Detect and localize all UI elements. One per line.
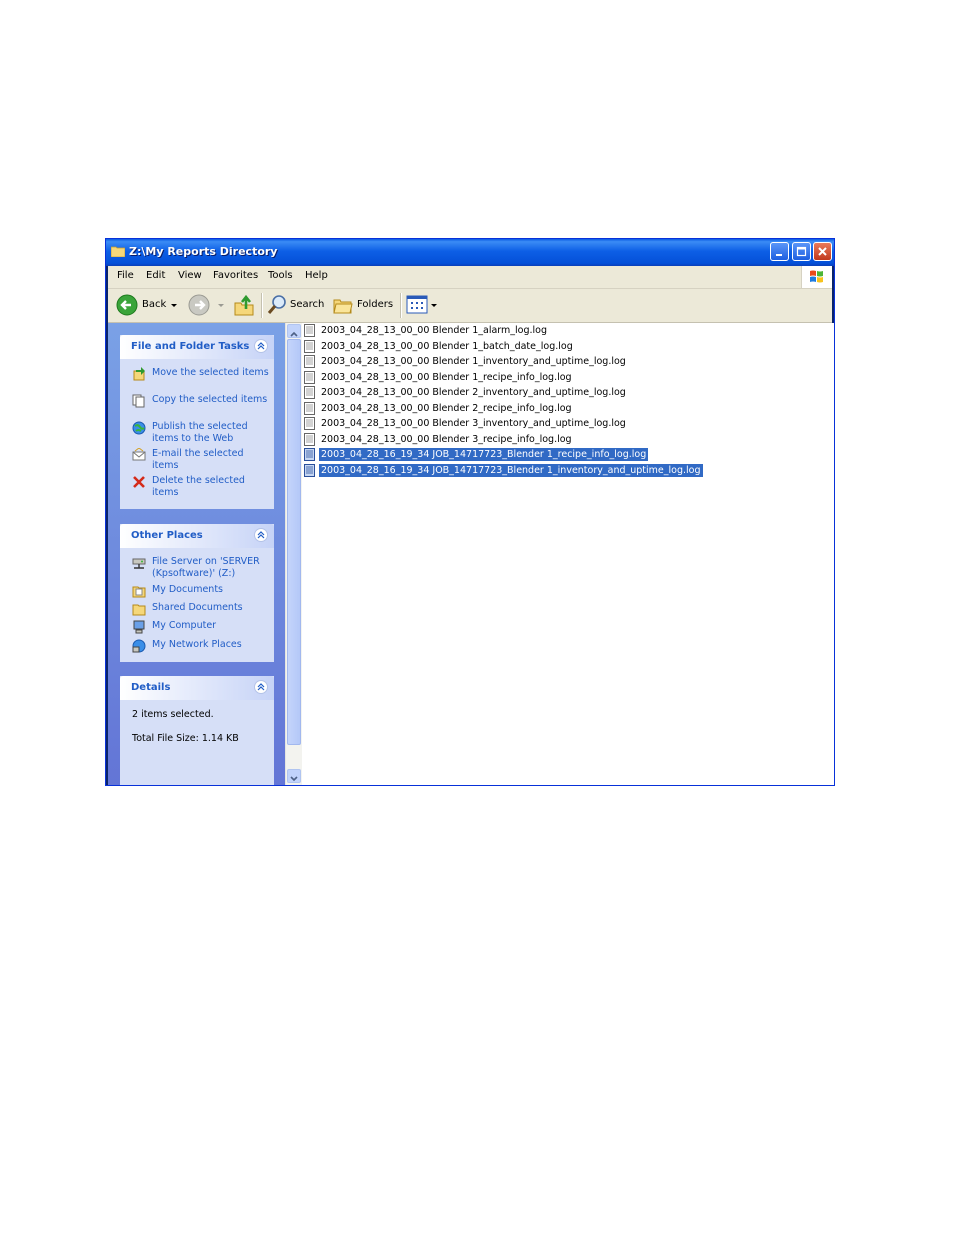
folders-icon bbox=[333, 299, 353, 314]
text-file-icon bbox=[304, 324, 315, 337]
text-file-icon bbox=[304, 448, 315, 461]
text-file-icon bbox=[304, 339, 315, 353]
panel-header[interactable]: Details bbox=[120, 676, 274, 700]
toolbar-separator bbox=[400, 293, 402, 318]
chevron-down-icon bbox=[290, 776, 298, 782]
close-button[interactable] bbox=[813, 242, 832, 261]
text-file-icon bbox=[304, 463, 315, 477]
file-name: 2003_04_28_13_00_00 Blender 2_recipe_inf… bbox=[321, 402, 572, 414]
search-button[interactable]: Search bbox=[266, 294, 326, 316]
panel-title: Details bbox=[131, 682, 171, 693]
windows-logo-icon bbox=[801, 266, 832, 288]
file-name: 2003_04_28_13_00_00 Blender 2_inventory_… bbox=[321, 387, 626, 398]
panel-title: File and Folder Tasks bbox=[131, 341, 250, 352]
forward-button[interactable] bbox=[188, 294, 228, 316]
details-total-size: Total File Size: 1.14 KB bbox=[132, 733, 239, 744]
chevron-down-icon[interactable] bbox=[217, 303, 225, 309]
up-folder-icon bbox=[234, 294, 254, 316]
file-name: 2003_04_28_13_00_00 Blender 3_inventory_… bbox=[321, 418, 626, 429]
window-title: Z:\My Reports Directory bbox=[129, 245, 278, 258]
publish-web-icon bbox=[132, 421, 146, 435]
vertical-scrollbar[interactable] bbox=[285, 323, 302, 785]
toolbar-separator bbox=[261, 293, 263, 318]
close-icon bbox=[818, 247, 827, 256]
text-file-icon bbox=[304, 417, 315, 430]
file-name: 2003_04_28_13_00_00 Blender 1_recipe_inf… bbox=[321, 371, 572, 383]
back-label: Back bbox=[142, 299, 167, 310]
forward-arrow-icon bbox=[188, 294, 210, 316]
menu-tools[interactable]: Tools bbox=[268, 270, 293, 281]
network-places-icon bbox=[132, 639, 146, 653]
folder-icon bbox=[132, 604, 146, 616]
panel-title: Other Places bbox=[131, 530, 203, 541]
file-name: 2003_04_28_16_19_34 JOB_14717723_Blender… bbox=[319, 463, 703, 477]
text-file-icon bbox=[304, 386, 315, 399]
file-folder-tasks-panel: File and Folder Tasks Move the selected … bbox=[120, 335, 274, 509]
panel-header[interactable]: Other Places bbox=[120, 524, 274, 548]
views-icon bbox=[406, 295, 428, 314]
toolbar: Back Search Folders bbox=[108, 289, 832, 323]
my-computer-icon bbox=[133, 620, 145, 634]
menu-file[interactable]: File bbox=[117, 270, 134, 281]
views-button[interactable] bbox=[406, 295, 438, 315]
minimize-icon bbox=[776, 254, 782, 256]
back-button[interactable]: Back bbox=[116, 294, 178, 316]
collapse-chevron-icon[interactable] bbox=[254, 339, 268, 353]
file-name: 2003_04_28_13_00_00 Blender 1_inventory_… bbox=[321, 356, 626, 367]
move-icon bbox=[133, 367, 145, 381]
folders-button[interactable]: Folders bbox=[332, 294, 394, 316]
maximize-button[interactable] bbox=[792, 242, 811, 261]
explorer-window: Z:\My Reports Directory File Edit View F… bbox=[105, 238, 835, 786]
network-drive-icon bbox=[132, 558, 146, 569]
panel-header[interactable]: File and Folder Tasks bbox=[120, 335, 274, 359]
back-arrow-icon bbox=[116, 294, 138, 316]
folders-label: Folders bbox=[357, 299, 394, 310]
menu-favorites[interactable]: Favorites bbox=[213, 270, 258, 281]
search-label: Search bbox=[290, 299, 325, 310]
menu-help[interactable]: Help bbox=[305, 270, 328, 281]
menu-view[interactable]: View bbox=[178, 270, 202, 281]
delete-icon bbox=[133, 476, 145, 488]
file-name: 2003_04_28_13_00_00 Blender 1_batch_date… bbox=[321, 340, 573, 352]
chevron-down-icon[interactable] bbox=[430, 303, 438, 309]
text-file-icon bbox=[304, 370, 315, 384]
folder-icon bbox=[111, 246, 125, 257]
file-name: 2003_04_28_16_19_34 JOB_14717723_Blender… bbox=[319, 448, 649, 461]
file-list[interactable]: 2003_04_28_13_00_00 Blender 1_alarm_log.… bbox=[302, 323, 834, 785]
collapse-chevron-icon[interactable] bbox=[254, 528, 268, 542]
menu-bar: File Edit View Favorites Tools Help bbox=[108, 266, 832, 289]
copy-icon bbox=[132, 394, 145, 408]
collapse-chevron-icon[interactable] bbox=[254, 680, 268, 694]
up-folder-button[interactable] bbox=[233, 293, 255, 317]
file-name: 2003_04_28_13_00_00 Blender 1_alarm_log.… bbox=[321, 325, 548, 336]
scroll-thumb[interactable] bbox=[287, 339, 301, 745]
maximize-icon bbox=[796, 246, 807, 257]
chevron-down-icon[interactable] bbox=[170, 303, 178, 309]
text-file-icon bbox=[304, 432, 315, 446]
details-panel: Details 2 items selected. Total File Siz… bbox=[120, 676, 274, 785]
other-places-panel: Other Places File Server on 'SERVER (Kps… bbox=[120, 524, 274, 662]
email-icon bbox=[132, 448, 146, 461]
text-file-icon bbox=[304, 355, 315, 368]
text-file-icon bbox=[304, 401, 315, 415]
file-name: 2003_04_28_13_00_00 Blender 3_recipe_inf… bbox=[321, 433, 572, 445]
title-bar[interactable]: Z:\My Reports Directory bbox=[106, 239, 834, 266]
scroll-down-button[interactable] bbox=[287, 769, 301, 783]
menu-edit[interactable]: Edit bbox=[146, 270, 165, 281]
search-icon bbox=[267, 295, 286, 314]
task-pane: File and Folder Tasks Move the selected … bbox=[108, 323, 285, 785]
minimize-button[interactable] bbox=[770, 242, 789, 261]
details-selected-count: 2 items selected. bbox=[132, 709, 214, 720]
scroll-up-button[interactable] bbox=[287, 324, 301, 338]
my-documents-icon bbox=[132, 586, 146, 598]
